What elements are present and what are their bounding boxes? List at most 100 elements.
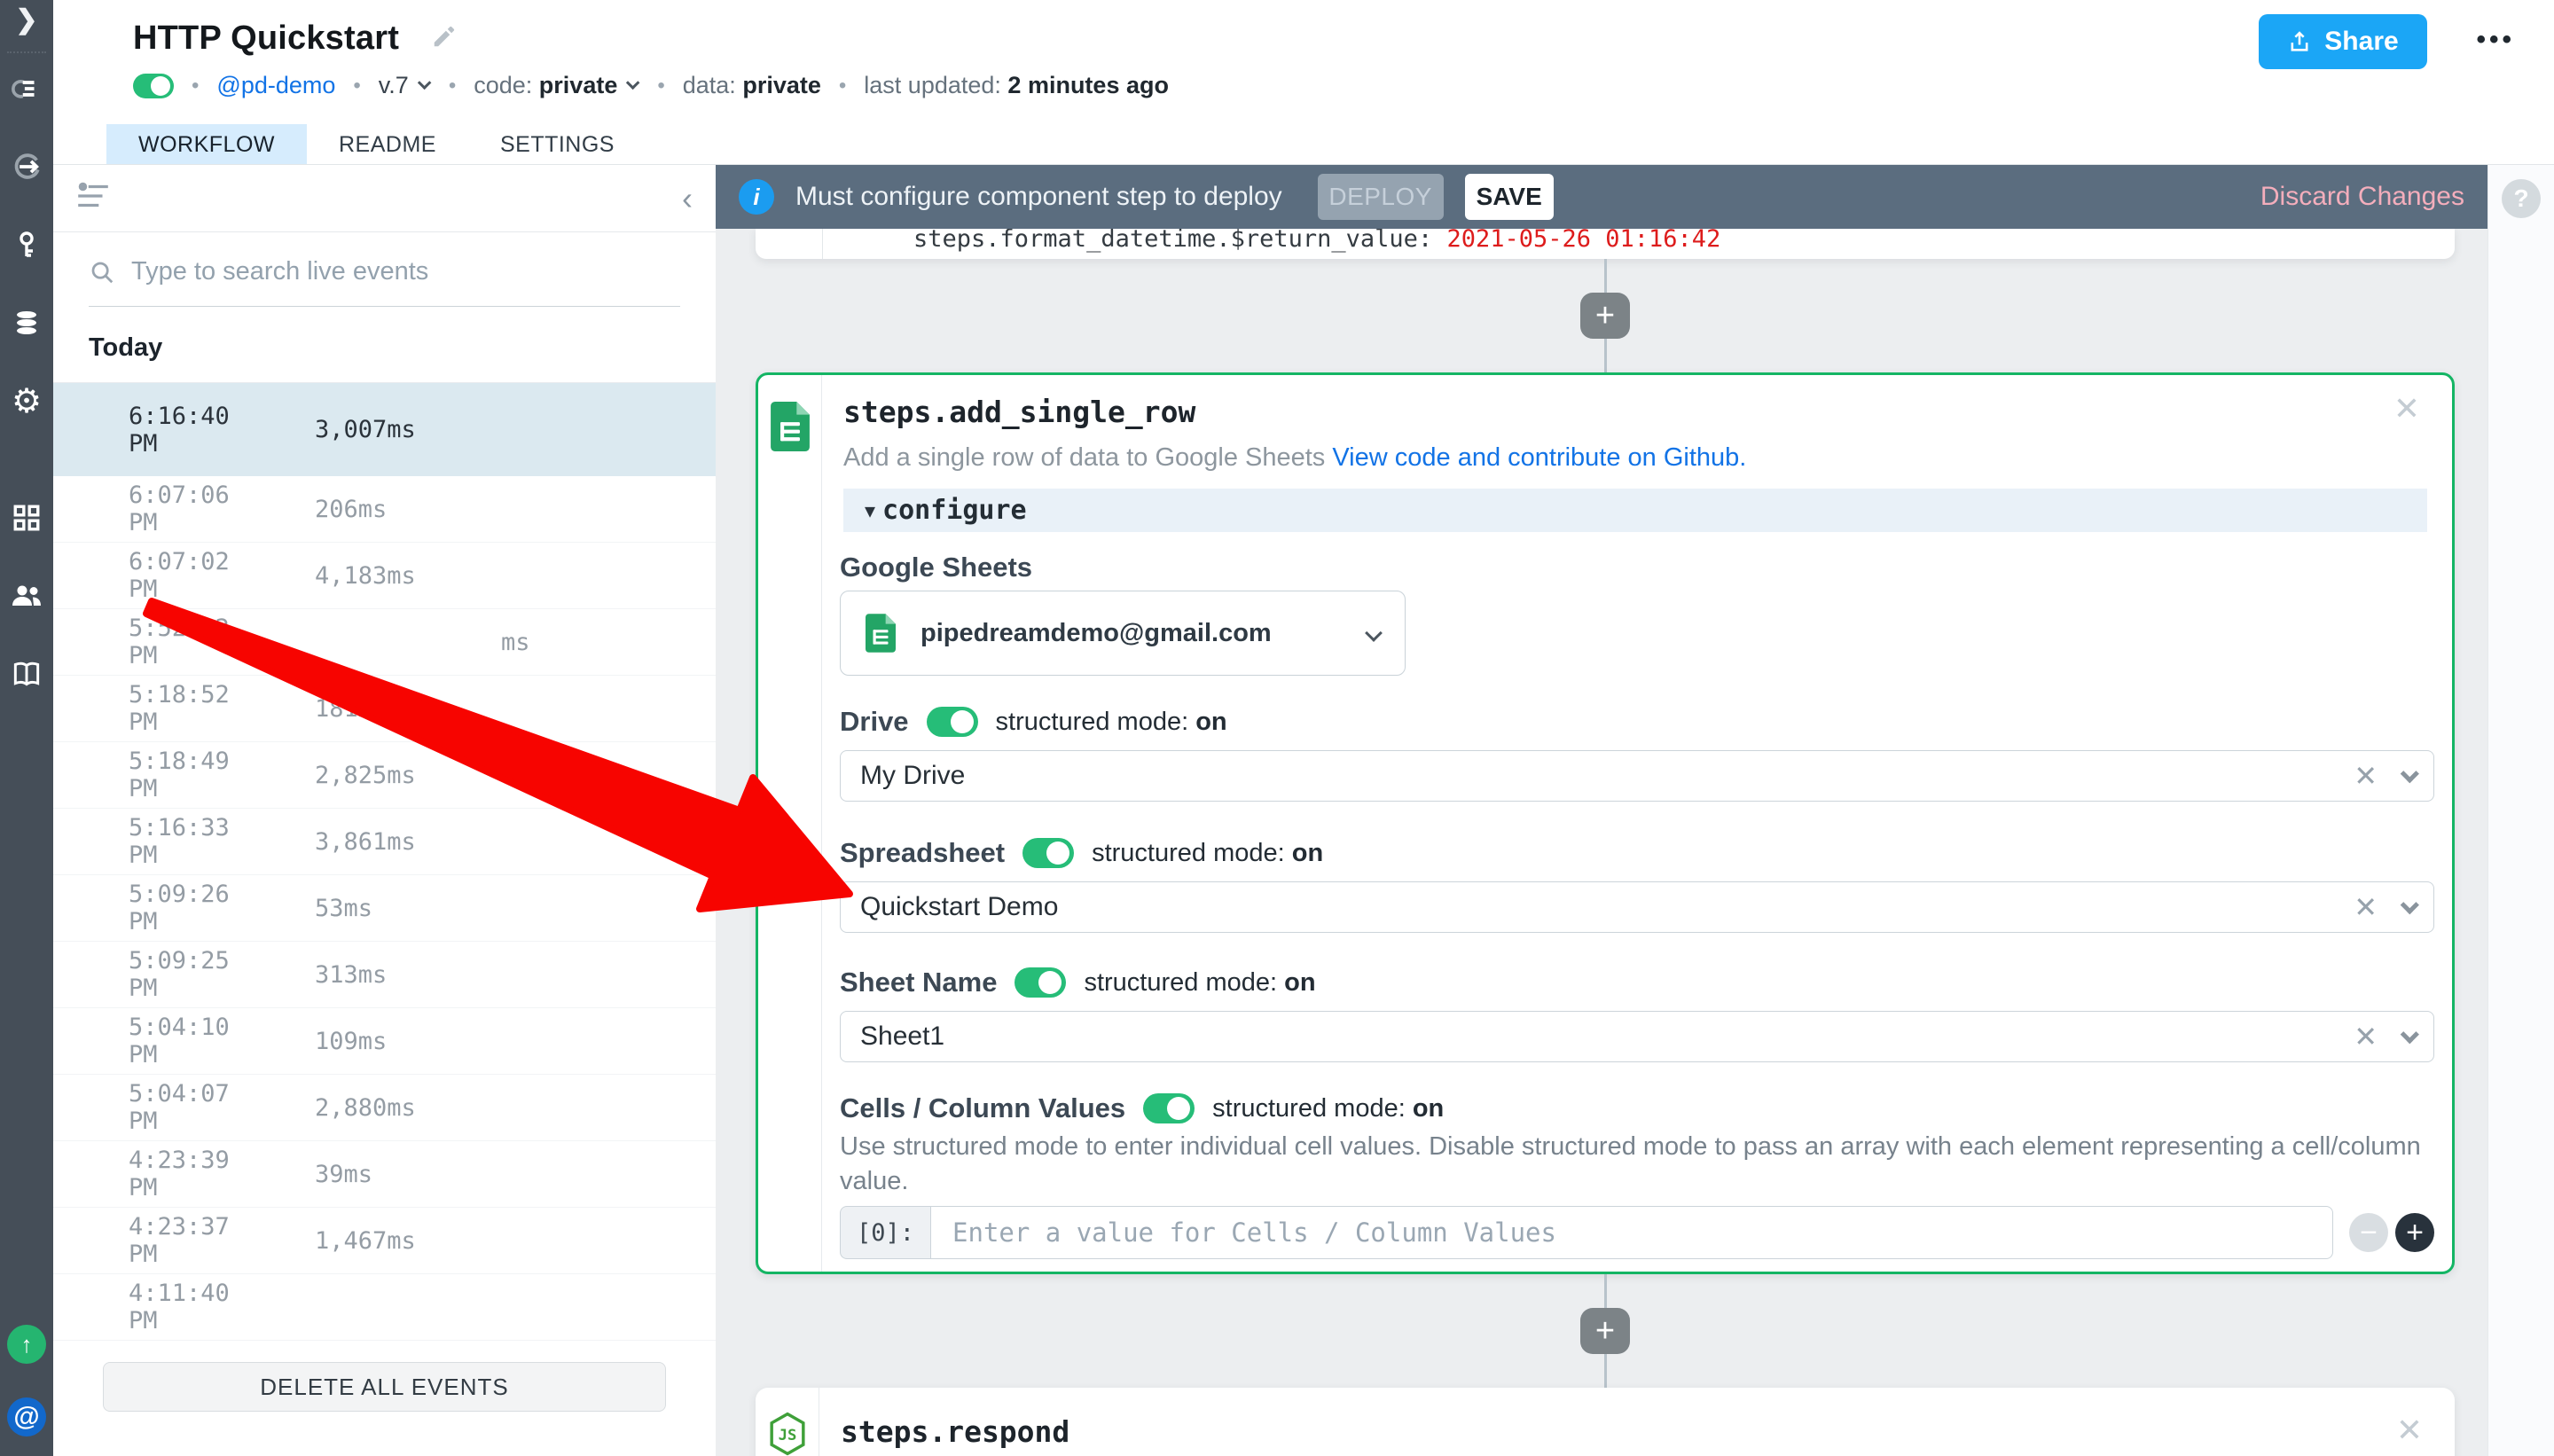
event-time: 5:16:33 PM [129, 814, 262, 869]
event-duration: 1,467ms [315, 1227, 416, 1255]
event-row[interactable]: 6:07:02 PM 4,183ms [53, 543, 716, 609]
separator-dot: • [449, 74, 456, 98]
google-sheets-icon [771, 402, 810, 451]
banner-message: Must configure component step to deploy [795, 182, 1282, 212]
caret-down-icon: ▼ [865, 500, 875, 521]
deploy-up-icon[interactable]: ↑ [7, 1325, 46, 1364]
version-selector[interactable]: v.7 [379, 72, 431, 99]
last-updated: last updated: 2 minutes ago [864, 72, 1169, 99]
drive-value: My Drive [860, 761, 965, 791]
search-input[interactable] [131, 257, 680, 286]
result-value: 2021-05-26 01:16:42 [1446, 229, 1720, 253]
event-row[interactable]: 5:18:49 PM 2,825ms [53, 742, 716, 809]
event-row[interactable]: 5:09:26 PM 53ms [53, 875, 716, 942]
account-select[interactable]: pipedreamdemo@gmail.com [840, 591, 1406, 676]
add-step-button[interactable]: + [1580, 1308, 1630, 1354]
event-duration: 53ms [315, 895, 372, 922]
tab-bar: WORKFLOW README SETTINGS [53, 124, 2554, 165]
close-step-icon[interactable]: ✕ [2396, 1414, 2423, 1446]
tab-settings[interactable]: SETTINGS [468, 124, 646, 164]
event-list: 6:16:40 PM 3,007ms 6:07:06 PM 206ms 6:07… [53, 383, 716, 1341]
filter-sliders-icon[interactable] [74, 180, 112, 216]
drive-structured-toggle[interactable] [927, 707, 978, 737]
collapse-panel-icon[interactable]: ‹ [682, 183, 693, 215]
discard-changes-link[interactable]: Discard Changes [2260, 182, 2464, 212]
step-icon-gutter [758, 375, 822, 1272]
clear-icon[interactable]: ✕ [2354, 1022, 2378, 1051]
event-row[interactable]: 5:18:52 PM 181ms [53, 676, 716, 742]
delete-all-events-button[interactable]: DELETE ALL EVENTS [103, 1362, 666, 1412]
workflow-active-toggle[interactable] [133, 74, 174, 98]
apps-grid-icon[interactable] [0, 498, 53, 537]
account-email: pipedreamdemo@gmail.com [921, 619, 1272, 648]
event-row[interactable]: 5:04:07 PM 2,880ms [53, 1075, 716, 1141]
event-duration: 206ms [315, 496, 387, 523]
docs-book-icon[interactable] [0, 654, 53, 693]
tab-readme[interactable]: README [307, 124, 468, 164]
drive-select[interactable]: My Drive ✕ [840, 750, 2434, 802]
more-menu-button[interactable]: ••• [2476, 25, 2515, 55]
clear-icon[interactable]: ✕ [2354, 893, 2378, 921]
mention-at-icon[interactable]: @ [7, 1397, 46, 1436]
pipedream-logo-icon[interactable] [0, 69, 53, 108]
app-rail: ❯ ⚙ ↑ @ [0, 0, 53, 1456]
edit-title-icon[interactable] [431, 23, 458, 54]
share-button[interactable]: Share [2259, 14, 2427, 69]
spreadsheet-value: Quickstart Demo [860, 892, 1058, 922]
event-time: 6:07:02 PM [129, 548, 262, 603]
deploy-button[interactable]: DEPLOY [1318, 174, 1444, 220]
event-row[interactable]: 5:04:10 PM 109ms [53, 1008, 716, 1075]
event-row[interactable]: 5:16:33 PM 3,861ms [53, 809, 716, 875]
tab-workflow[interactable]: WORKFLOW [106, 124, 307, 164]
event-row[interactable]: 6:16:40 PM 3,007ms [53, 383, 716, 476]
event-time: 5:52:02 PM [129, 614, 262, 669]
event-time: 5:18:52 PM [129, 681, 262, 736]
share-upload-icon [2287, 29, 2312, 54]
event-history-icon[interactable] [0, 147, 53, 186]
cells-array-row: [0]: − + [840, 1206, 2434, 1259]
spreadsheet-structured-toggle[interactable] [1022, 838, 1074, 868]
step-icon-gutter: JS [756, 1388, 819, 1456]
people-icon[interactable] [0, 576, 53, 615]
github-link[interactable]: View code and contribute on Github. [1332, 443, 1746, 472]
structured-mode-text: structured mode: on [996, 708, 1227, 737]
configure-section-toggle[interactable]: ▼ configure [843, 489, 2427, 532]
sheet-name-structured-toggle[interactable] [1015, 967, 1066, 998]
step-title: steps.add_single_row [843, 395, 2427, 429]
event-duration: 2,880ms [315, 1094, 416, 1122]
data-store-icon[interactable] [0, 303, 53, 342]
code-visibility-selector[interactable]: code: private [474, 72, 639, 99]
gear-icon[interactable]: ⚙ [0, 381, 53, 420]
spreadsheet-select[interactable]: Quickstart Demo ✕ [840, 881, 2434, 933]
owner-link[interactable]: @pd-demo [216, 72, 335, 99]
event-row[interactable]: 4:11:40 PM [53, 1274, 716, 1341]
format-datetime-result-card: steps.format_datetime.$return_value: 202… [756, 229, 2455, 259]
add-step-button[interactable]: + [1580, 293, 1630, 339]
event-row[interactable]: 4:23:39 PM 39ms [53, 1141, 716, 1208]
svg-text:JS: JS [778, 1427, 796, 1444]
expand-chevron-icon[interactable]: ❯ [0, 0, 53, 39]
event-row[interactable]: 6:07:06 PM 206ms [53, 476, 716, 543]
event-row[interactable]: 5:52:02 PM ms [53, 609, 716, 676]
close-step-icon[interactable]: ✕ [2393, 393, 2420, 425]
help-button[interactable]: ? [2502, 179, 2541, 218]
event-row[interactable]: 4:23:37 PM 1,467ms [53, 1208, 716, 1274]
chevron-down-icon [1365, 624, 1383, 642]
google-sheets-icon [866, 614, 896, 653]
save-button[interactable]: SAVE [1465, 174, 1554, 220]
remove-array-item-button[interactable]: − [2349, 1213, 2388, 1252]
data-visibility: data: private [683, 72, 821, 99]
account-section-label: Google Sheets [840, 552, 2434, 583]
add-array-item-button[interactable]: + [2395, 1213, 2434, 1252]
structured-mode-text: structured mode: on [1092, 839, 1323, 868]
chevron-down-icon [626, 76, 640, 90]
key-icon[interactable] [0, 225, 53, 264]
cells-value-input[interactable] [930, 1206, 2333, 1259]
separator-dot: • [192, 74, 199, 98]
structured-mode-text: structured mode: on [1084, 968, 1315, 998]
sheet-name-select[interactable]: Sheet1 ✕ [840, 1011, 2434, 1062]
event-row[interactable]: 5:09:25 PM 313ms [53, 942, 716, 1008]
clear-icon[interactable]: ✕ [2354, 762, 2378, 790]
event-time: 4:23:37 PM [129, 1213, 262, 1268]
cells-structured-toggle[interactable] [1143, 1093, 1195, 1123]
